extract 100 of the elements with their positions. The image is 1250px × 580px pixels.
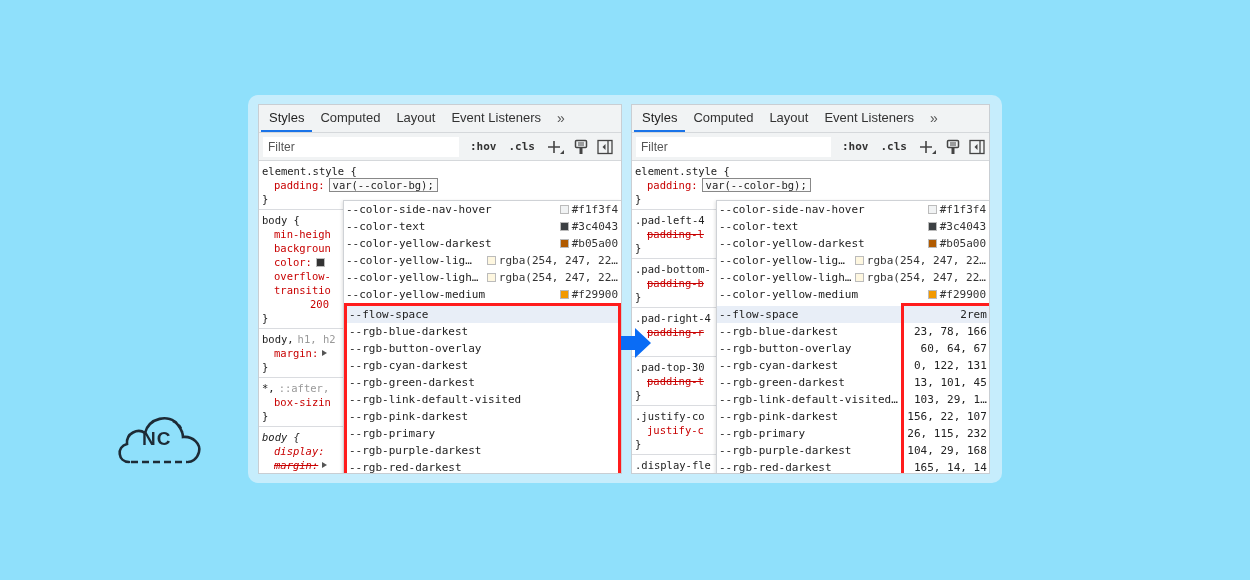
css-selector: body { [262, 430, 300, 444]
closing-brace: } [635, 290, 642, 304]
autocomplete-item[interactable]: --color-yellow-darkest #b05a00 [717, 235, 989, 252]
more-tabs-button[interactable]: » [549, 105, 573, 132]
tab[interactable]: Computed [312, 105, 389, 132]
css-property: justify-c [647, 423, 704, 437]
autocomplete-item[interactable]: --color-yellow-medium #f29900 [717, 286, 989, 303]
autocomplete-item[interactable]: --rgb-pink-darkest [717, 408, 901, 425]
css-selector: .display-fle [635, 458, 711, 472]
plus-icon[interactable] [547, 138, 565, 155]
autocomplete-item[interactable]: --color-side-nav-hover #f1f3f4 [717, 201, 989, 218]
css-selector: ::after, [278, 381, 330, 395]
closing-brace: } [635, 241, 642, 255]
css-selector: element.style { [635, 164, 730, 178]
autocomplete-item[interactable]: --color-yellow-ligh… rgba(254, 247, 22… [344, 269, 621, 286]
variable-value: #f29900 [939, 287, 986, 303]
autocomplete-item[interactable]: --flow-space [347, 306, 618, 323]
autocomplete-item[interactable]: --rgb-primary [717, 425, 901, 442]
tab[interactable]: Computed [685, 105, 762, 132]
variable-value: #f1f3f4 [571, 202, 618, 218]
css-property: color: [274, 255, 312, 269]
autocomplete-item[interactable]: --rgb-blue-darkest [347, 323, 618, 340]
autocomplete-item[interactable]: --color-yellow-lig… rgba(254, 247, 22… [717, 252, 989, 269]
css-property: padding: [274, 178, 325, 192]
autocomplete-item[interactable]: --rgb-red-darkest [717, 459, 901, 473]
expand-icon[interactable] [322, 462, 328, 468]
css-property: padding-t [647, 374, 704, 388]
autocomplete-item[interactable]: --color-yellow-ligh… rgba(254, 247, 22… [717, 269, 989, 286]
toolbar-button[interactable]: :hov [839, 140, 872, 153]
autocomplete-item[interactable]: --rgb-purple-darkest [347, 442, 618, 459]
expand-icon[interactable] [322, 350, 328, 356]
css-property: margin: [274, 458, 319, 472]
css-property: min-heigh [274, 227, 331, 241]
autocomplete-item[interactable]: --color-text #3c4043 [717, 218, 989, 235]
variable-value: 165, 14, 14 [913, 461, 987, 473]
variable-value: 26, 115, 232 [907, 427, 987, 440]
closing-brace: } [262, 360, 269, 374]
css-selector: .pad-left-4 [635, 213, 705, 227]
sidebar-toggle-icon[interactable] [969, 138, 985, 155]
css-property: transitio [274, 283, 331, 297]
css-property: margin: [274, 346, 319, 360]
closing-brace: } [635, 192, 642, 206]
autocomplete-item[interactable]: --rgb-pink-darkest [347, 408, 618, 425]
logo-text: NC [142, 428, 172, 450]
autocomplete-item[interactable]: --rgb-cyan-darkest [347, 357, 618, 374]
more-tabs-button[interactable]: » [922, 105, 946, 132]
autocomplete-item[interactable]: --color-yellow-lig… rgba(254, 247, 22… [344, 252, 621, 269]
closing-brace: } [635, 437, 642, 451]
css-property: box-sizin [274, 395, 331, 409]
autocomplete-item[interactable]: --color-text #3c4043 [344, 218, 621, 235]
paint-brush-icon[interactable] [574, 138, 588, 155]
css-property: padding-r [647, 325, 704, 339]
css-value-field[interactable]: var(--color-bg); [328, 178, 438, 192]
autocomplete-item[interactable]: --color-yellow-medium #f29900 [344, 286, 621, 303]
closing-brace: } [262, 409, 269, 423]
css-selector: .pad-right-4 [635, 311, 711, 325]
autocomplete-item[interactable]: --rgb-link-default-visited [347, 391, 618, 408]
tab[interactable]: Event Listeners [816, 105, 923, 132]
css-value-field[interactable]: var(--color-bg); [701, 178, 811, 192]
autocomplete-item[interactable]: --color-yellow-darkest #b05a00 [344, 235, 621, 252]
css-property: padding: [647, 178, 698, 192]
css-selector: element.style { [262, 164, 357, 178]
variable-value: 13, 101, 45 [913, 376, 987, 389]
autocomplete-item[interactable]: --flow-space [717, 306, 901, 323]
autocomplete-item[interactable]: --rgb-link-default-visited… [717, 391, 901, 408]
css-selector: .pad-top-30 [635, 360, 705, 374]
toolbar-button[interactable]: .cls [877, 140, 910, 153]
filter-field[interactable]: Filter [263, 136, 459, 157]
autocomplete-item[interactable]: --rgb-cyan-darkest [717, 357, 901, 374]
paint-brush-icon[interactable] [946, 138, 960, 155]
variable-value: 104, 29, 168 [907, 444, 987, 457]
toolbar-button[interactable]: :hov [467, 140, 500, 153]
tab[interactable]: Event Listeners [443, 105, 550, 132]
autocomplete-item[interactable]: --rgb-green-darkest [717, 374, 901, 391]
autocomplete-item[interactable]: --rgb-green-darkest [347, 374, 618, 391]
autocomplete-item[interactable]: --rgb-primary [347, 425, 618, 442]
autocomplete-item[interactable]: --color-side-nav-hover #f1f3f4 [344, 201, 621, 218]
autocomplete-item[interactable]: --rgb-button-overlay [347, 340, 618, 357]
plus-icon[interactable] [919, 138, 937, 155]
variable-value: #3c4043 [571, 219, 618, 235]
autocomplete-item[interactable]: --rgb-blue-darkest [717, 323, 901, 340]
autocomplete-item[interactable]: --rgb-red-darkest [347, 459, 618, 473]
autocomplete-item[interactable]: --rgb-button-overlay [717, 340, 901, 357]
tab[interactable]: Layout [388, 105, 444, 132]
variable-value: 2rem [960, 308, 987, 321]
variable-value: 23, 78, 166 [913, 325, 987, 338]
autocomplete-item[interactable]: --rgb-purple-darkest [717, 442, 901, 459]
css-selector: body, [262, 332, 294, 346]
variable-value: 103, 29, 1… [913, 393, 987, 406]
toolbar-button[interactable]: .cls [505, 140, 538, 153]
variable-value: rgba(254, 247, 22… [498, 270, 618, 286]
css-property: 200 [310, 297, 329, 311]
sidebar-toggle-icon[interactable] [597, 138, 613, 155]
variable-value: #b05a00 [571, 236, 618, 252]
filter-field[interactable]: Filter [636, 136, 831, 157]
css-selector: body { [262, 213, 300, 227]
closing-brace: } [262, 192, 269, 206]
tab[interactable]: Layout [761, 105, 817, 132]
css-property: padding-b [647, 276, 704, 290]
css-property: display: [274, 444, 325, 458]
